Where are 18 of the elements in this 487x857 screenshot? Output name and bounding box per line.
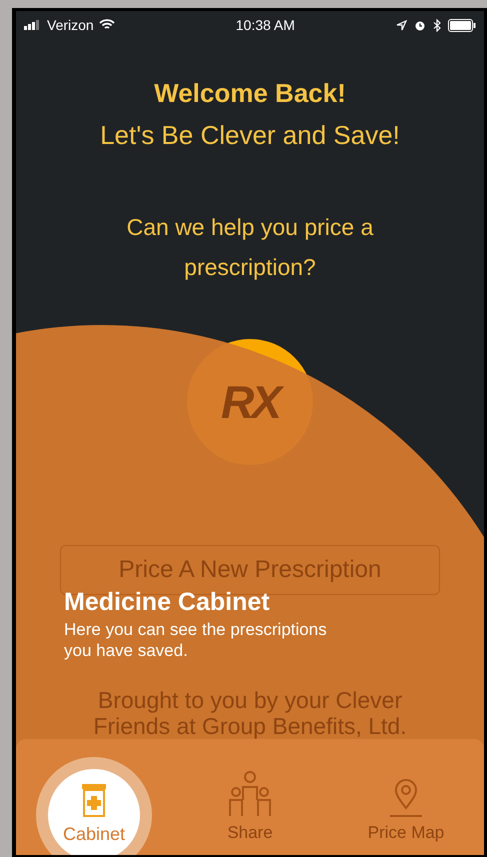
alarm-clock-icon [414, 19, 426, 31]
tab[interactable]: Cabinet [36, 757, 152, 855]
tab[interactable]: Price Map [368, 778, 444, 845]
coach-mark-text: Here you can see the prescriptions you have saved. [64, 619, 328, 661]
bluetooth-icon [432, 18, 441, 32]
battery-icon [448, 18, 476, 32]
tab[interactable]: Share [224, 770, 276, 845]
welcome-subtitle: Let's Be Clever and Save! [100, 119, 400, 151]
wifi-icon [98, 19, 115, 31]
price-question: Can we help you price a prescription? [126, 213, 374, 282]
welcome-title: Welcome Back! [154, 77, 346, 109]
pill-bottle-icon [81, 782, 107, 816]
location-arrow-icon [396, 20, 407, 30]
signal-icon [24, 20, 42, 30]
footer-text: Friends at Group Benefits, Ltd. [93, 713, 407, 739]
status-time: 10:38 AM [236, 16, 295, 34]
carrier-name: Verizon [47, 16, 94, 34]
footer-text: Brought to you by your Clever [98, 687, 402, 713]
